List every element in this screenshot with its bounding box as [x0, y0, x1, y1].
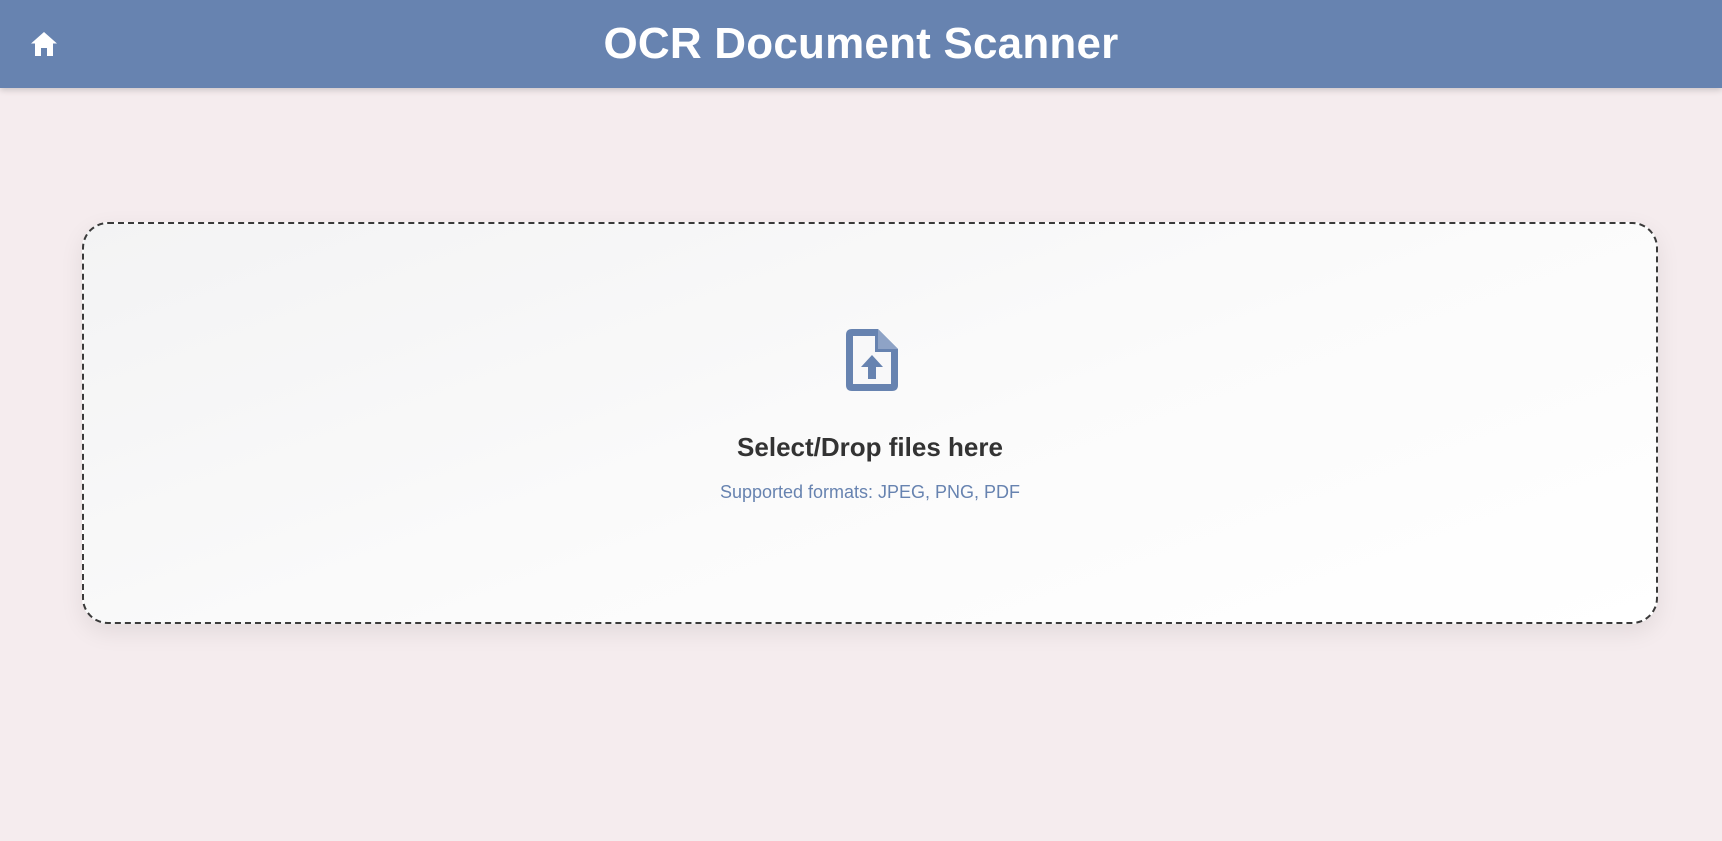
file-dropzone[interactable]	[82, 222, 1658, 624]
dropzone-title: Select/Drop files here	[737, 432, 1003, 462]
file-upload-icon	[846, 329, 898, 391]
supported-formats-text: Supported formats: JPEG, PNG, PDF	[719, 482, 1021, 502]
page-title: OCR Document Scanner	[603, 19, 1119, 68]
app-header: OCR Document Scanner	[0, 0, 1722, 88]
